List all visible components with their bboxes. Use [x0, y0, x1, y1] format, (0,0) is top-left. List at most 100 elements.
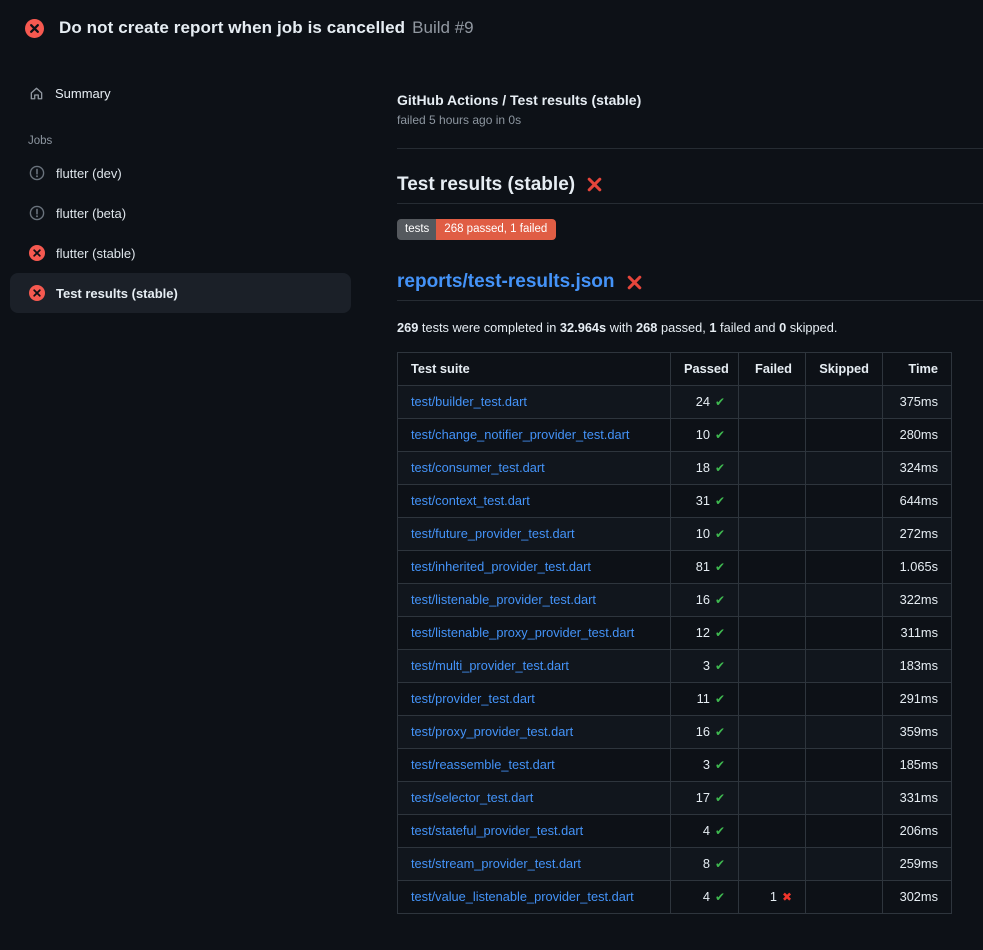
time-cell: 359ms — [883, 716, 952, 749]
passed-count: 11 — [697, 691, 710, 706]
test-suite-link[interactable]: test/listenable_provider_test.dart — [411, 592, 596, 607]
sidebar-job-flutter-dev[interactable]: flutter (dev) — [10, 153, 351, 193]
col-passed: Passed — [671, 353, 739, 386]
sidebar-job-test-results-stable[interactable]: Test results (stable) — [10, 273, 351, 313]
test-suite-link[interactable]: test/stream_provider_test.dart — [411, 856, 581, 871]
test-suite-link[interactable]: test/value_listenable_provider_test.dart — [411, 889, 634, 904]
test-suite-link[interactable]: test/consumer_test.dart — [411, 460, 545, 475]
failed-cell: ✖ — [739, 650, 806, 683]
table-row: test/value_listenable_provider_test.dart… — [398, 881, 952, 914]
table-row: test/change_notifier_provider_test.dart … — [398, 419, 952, 452]
x-circle-icon — [29, 245, 45, 261]
table-row: test/selector_test.dart 17✔ ✖ 331ms — [398, 782, 952, 815]
passed-count: 10 — [696, 427, 710, 442]
test-suite-link[interactable]: test/future_provider_test.dart — [411, 526, 575, 541]
check-icon: ✔ — [715, 560, 725, 574]
duration: 32.964s — [560, 320, 606, 335]
skipped-cell — [806, 584, 883, 617]
skipped-cell — [806, 683, 883, 716]
skipped-cell — [806, 551, 883, 584]
failed-count: 1 — [770, 889, 777, 904]
test-suite-link[interactable]: test/selector_test.dart — [411, 790, 533, 805]
passed-count: 18 — [696, 460, 710, 475]
col-skipped: Skipped — [806, 353, 883, 386]
failed-cell: ✖ — [739, 848, 806, 881]
time-cell: 311ms — [883, 617, 952, 650]
passed-cell: 4✔ — [671, 815, 739, 848]
sidebar-job-flutter-beta[interactable]: flutter (beta) — [10, 193, 351, 233]
home-icon — [29, 86, 44, 101]
time-cell: 280ms — [883, 419, 952, 452]
test-suite-link[interactable]: test/builder_test.dart — [411, 394, 527, 409]
passed-count: 3 — [703, 658, 710, 673]
failed-cell: ✖ — [739, 683, 806, 716]
passed-total: 268 — [636, 320, 657, 335]
passed-count: 16 — [696, 592, 710, 607]
skipped-cell — [806, 881, 883, 914]
test-suite-link[interactable]: test/proxy_provider_test.dart — [411, 724, 573, 739]
divider — [397, 148, 983, 149]
check-icon: ✔ — [715, 626, 725, 640]
check-icon: ✔ — [715, 527, 725, 541]
build-number: Build #9 — [412, 18, 473, 38]
passed-count: 24 — [696, 394, 710, 409]
job-label: flutter (dev) — [56, 166, 122, 181]
x-icon: ✖ — [782, 890, 792, 904]
test-suite-link[interactable]: test/provider_test.dart — [411, 691, 535, 706]
time-cell: 206ms — [883, 815, 952, 848]
check-icon: ✔ — [715, 428, 725, 442]
passed-cell: 11✔ — [671, 683, 739, 716]
test-suite-link[interactable]: test/listenable_proxy_provider_test.dart — [411, 625, 634, 640]
skipped-cell — [806, 518, 883, 551]
table-row: test/listenable_proxy_provider_test.dart… — [398, 617, 952, 650]
table-row: test/consumer_test.dart 18✔ ✖ 324ms — [398, 452, 952, 485]
test-suite-link[interactable]: test/reassemble_test.dart — [411, 757, 555, 772]
table-row: test/inherited_provider_test.dart 81✔ ✖ … — [398, 551, 952, 584]
passed-cell: 10 ✔ — [671, 419, 739, 452]
main-content: GitHub Actions / Test results (stable) f… — [397, 93, 983, 914]
test-suite-link[interactable]: test/context_test.dart — [411, 493, 530, 508]
time-cell: 272ms — [883, 518, 952, 551]
failed-cell: ✖ — [739, 419, 806, 452]
time-cell: 644ms — [883, 485, 952, 518]
passed-cell: 10✔ — [671, 518, 739, 551]
skipped-cell — [806, 782, 883, 815]
test-suite-link[interactable]: test/inherited_provider_test.dart — [411, 559, 591, 574]
test-suite-link[interactable]: test/stateful_provider_test.dart — [411, 823, 583, 838]
passed-cell: 81✔ — [671, 551, 739, 584]
table-row: test/future_provider_test.dart 10✔ ✖ 272… — [398, 518, 952, 551]
failed-cell: ✖ — [739, 386, 806, 419]
skipped-cell — [806, 617, 883, 650]
passed-cell: 16✔ — [671, 716, 739, 749]
failed-cell: ✖ — [739, 716, 806, 749]
passed-count: 12 — [696, 625, 710, 640]
sidebar-item-summary[interactable]: Summary — [10, 76, 351, 110]
check-icon: ✔ — [715, 890, 725, 904]
time-cell: 331ms — [883, 782, 952, 815]
total-count: 269 — [397, 320, 418, 335]
skipped-cell — [806, 386, 883, 419]
passed-cell: 12 ✔ — [671, 617, 739, 650]
passed-cell: 3✔ — [671, 749, 739, 782]
report-file-link[interactable]: reports/test-results.json — [397, 271, 615, 293]
x-circle-icon — [29, 285, 45, 301]
passed-cell: 24✔ — [671, 386, 739, 419]
table-row: test/stateful_provider_test.dart 4✔ ✖ 20… — [398, 815, 952, 848]
passed-count: 3 — [703, 757, 710, 772]
check-icon: ✔ — [715, 725, 725, 739]
passed-cell: 3✔ — [671, 650, 739, 683]
time-cell: 185ms — [883, 749, 952, 782]
test-suite-link[interactable]: test/change_notifier_provider_test.dart — [411, 427, 629, 442]
col-failed: Failed — [739, 353, 806, 386]
test-suite-link[interactable]: test/multi_provider_test.dart — [411, 658, 569, 673]
failed-cell: ✖ — [739, 617, 806, 650]
skipped-cell — [806, 815, 883, 848]
check-icon: ✔ — [715, 461, 725, 475]
badge-value: 268 passed, 1 failed — [436, 219, 556, 240]
passed-cell: 16✔ — [671, 584, 739, 617]
sidebar-job-flutter-stable[interactable]: flutter (stable) — [10, 233, 351, 273]
passed-cell: 8✔ — [671, 848, 739, 881]
section-title-text: Test results (stable) — [397, 173, 575, 196]
passed-count: 31 — [696, 493, 710, 508]
tests-badge: tests 268 passed, 1 failed — [397, 219, 556, 240]
